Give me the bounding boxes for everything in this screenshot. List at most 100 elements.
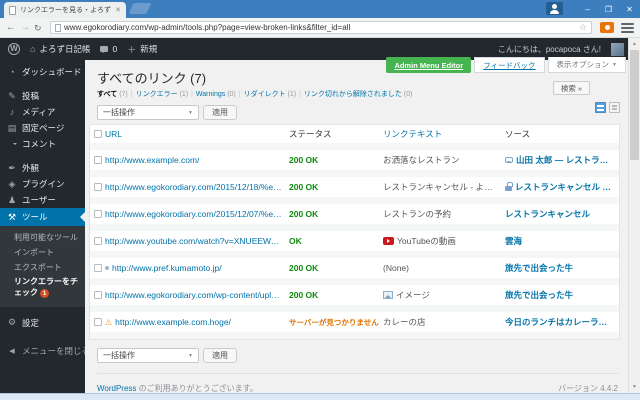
list-view-icon[interactable] [595, 102, 606, 113]
feedback-button[interactable]: フィードバック [474, 57, 545, 73]
chrome-menu-icon[interactable] [621, 23, 634, 33]
admin-menu-editor-button[interactable]: Admin Menu Editor [386, 57, 472, 73]
admin-bar-new[interactable]: ＋ 新規 [127, 43, 157, 56]
link-url[interactable]: http://www.youtube.com/watch?v=XNUEEWaaq… [105, 236, 283, 246]
media-icon: ♪ [9, 107, 15, 117]
users-icon: ♟ [7, 194, 17, 205]
filter-redirects[interactable]: リダイレクト [244, 91, 286, 98]
bulk-action-select[interactable]: 一括操作 ▼ [97, 348, 199, 363]
sidebar-item-users[interactable]: ♟ ユーザー [0, 192, 85, 208]
source-link[interactable]: 旅先で出会った牛 [505, 262, 573, 274]
row-checkbox[interactable] [94, 318, 102, 326]
howdy-greeting[interactable]: こんにちは、pocapoca さん! [498, 44, 601, 55]
bookmark-star-icon[interactable]: ☆ [579, 22, 587, 33]
wordpress-footer-link[interactable]: WordPress [97, 384, 136, 393]
bulk-action-select[interactable]: 一括操作 ▼ [97, 105, 199, 120]
forward-icon[interactable]: → [20, 20, 30, 36]
source-link[interactable]: レストランキャンセル [505, 208, 590, 220]
user-avatar[interactable] [611, 42, 624, 56]
link-url[interactable]: http://www.example.com.hoge/ [115, 317, 231, 327]
sidebar-item-pages[interactable]: ▤ 固定ページ [0, 120, 85, 136]
chrome-profile-icon[interactable] [546, 2, 563, 15]
filter-all[interactable]: すべて [97, 91, 117, 98]
appearance-icon: ✒ [8, 162, 16, 173]
browser-tab[interactable]: リンクエラーを見る・よろず日... ✕ [4, 2, 126, 18]
source-link[interactable]: 今日のランチはカレーライス [505, 316, 613, 328]
column-header-link-text[interactable]: リンクテキスト [383, 125, 505, 143]
link-url[interactable]: http://www.example.com/ [105, 155, 199, 165]
chevron-down-icon: ▼ [612, 61, 617, 68]
scroll-up-icon[interactable]: ▲ [629, 41, 640, 47]
link-url[interactable]: http://www.egokorodiary.com/wp-content/u… [105, 290, 283, 300]
tab-close-icon[interactable]: ✕ [115, 6, 121, 14]
window-bottom-frame [0, 393, 640, 400]
sidebar-item-posts[interactable]: ✎ 投稿 [0, 88, 85, 104]
scroll-down-icon[interactable]: ▼ [629, 384, 640, 390]
screen-options-button[interactable]: 表示オプション ▼ [547, 57, 626, 73]
screenshot-extension-icon[interactable] [600, 22, 614, 33]
image-icon [383, 291, 393, 299]
browser-toolbar: ← → ↻ www.egokorodiary.com/wp-admin/tool… [0, 18, 640, 38]
minimize-button[interactable]: – [577, 0, 598, 18]
source-link[interactable]: 旅先で出会った牛 [505, 289, 573, 301]
url-text[interactable]: www.egokorodiary.com/wp-admin/tools.php?… [64, 23, 576, 32]
sidebar-collapse-menu[interactable]: ◀ メニューを閉じる [0, 343, 90, 359]
reload-icon[interactable]: ↻ [34, 20, 42, 36]
link-text: レストランキャンセル - よろず日記... [383, 182, 499, 192]
source-link[interactable]: 山田 太郎 — レストランの夕食い... [516, 154, 613, 166]
filter-warnings[interactable]: Warnings [196, 91, 225, 98]
plus-icon: ＋ [127, 44, 137, 55]
view-mode-toggles [595, 102, 620, 113]
apply-button[interactable]: 適用 [203, 348, 237, 363]
source-link[interactable]: 雲海 [505, 235, 522, 247]
submenu-export[interactable]: エクスポート [0, 261, 85, 276]
page-scrollbar[interactable]: ▲ ▼ [628, 38, 640, 393]
maximize-button[interactable]: ❐ [598, 0, 619, 18]
sidebar-item-appearance[interactable]: ✒ 外観 [0, 160, 85, 176]
page-title: すべてのリンク (7) [97, 71, 207, 86]
sidebar-item-settings[interactable]: ⚙ 設定 [0, 315, 85, 331]
status-text: 200 OK [289, 182, 319, 192]
link-url[interactable]: http://www.egokorodiary.com/2015/12/07/%… [105, 209, 283, 219]
filter-dismissed[interactable]: リンク切れから解除されました [304, 91, 402, 98]
sidebar-item-dashboard[interactable]: ◔ ダッシュボード [0, 64, 85, 80]
row-checkbox[interactable] [94, 237, 102, 245]
sidebar-item-comments[interactable]: コメント [0, 136, 85, 152]
collapse-arrow-icon: ◀ [9, 347, 15, 355]
admin-bar-comments[interactable]: 0 [100, 44, 117, 54]
submenu-import[interactable]: インポート [0, 246, 85, 261]
row-checkbox[interactable] [94, 156, 102, 164]
error-count-badge: 1 [40, 289, 49, 299]
filter-broken[interactable]: リンクエラー [136, 91, 178, 98]
chevron-down-icon: ▼ [188, 352, 193, 359]
row-checkbox[interactable] [94, 210, 102, 218]
wordpress-logo-icon[interactable]: W [8, 43, 20, 55]
link-url[interactable]: http://www.pref.kumamoto.jp/ [112, 263, 222, 273]
sidebar-item-tools[interactable]: ⚒ ツール [0, 208, 85, 226]
scrollbar-thumb[interactable] [630, 50, 639, 160]
source-link[interactable]: レストランキャンセル - よろず日... [515, 181, 613, 193]
link-url[interactable]: http://www.egokorodiary.com/2015/12/18/%… [105, 182, 283, 192]
select-all-checkbox[interactable] [94, 130, 102, 138]
status-text: 200 OK [289, 155, 319, 165]
address-bar[interactable]: www.egokorodiary.com/wp-admin/tools.php?… [50, 21, 592, 34]
row-checkbox[interactable] [94, 291, 102, 299]
back-icon[interactable]: ← [6, 20, 16, 36]
apply-button[interactable]: 適用 [203, 105, 237, 120]
sidebar-item-plugins[interactable]: ◈ プラグイン [0, 176, 85, 192]
compact-view-icon[interactable] [609, 102, 620, 113]
row-checkbox[interactable] [94, 183, 102, 191]
row-checkbox[interactable] [94, 264, 102, 272]
search-button[interactable]: 検索 » [552, 81, 590, 95]
submenu-check-link-errors[interactable]: リンクエラーをチェック 1 [0, 275, 85, 301]
admin-bar-site-link[interactable]: ⌂ よろず日記帳 [30, 43, 90, 55]
column-header-url[interactable]: URL [105, 125, 289, 143]
link-text: YouTubeの動画 [397, 236, 456, 246]
close-button[interactable]: ✕ [619, 0, 640, 18]
submenu-available-tools[interactable]: 利用可能なツール [0, 231, 85, 246]
new-tab-button[interactable] [128, 3, 152, 14]
table-row: http://www.egokorodiary.com/2015/12/18/%… [90, 177, 619, 204]
dashboard-icon: ◔ [9, 67, 15, 77]
sidebar-item-media[interactable]: ♪ メディア [0, 104, 85, 120]
page-favicon-icon [9, 5, 16, 15]
